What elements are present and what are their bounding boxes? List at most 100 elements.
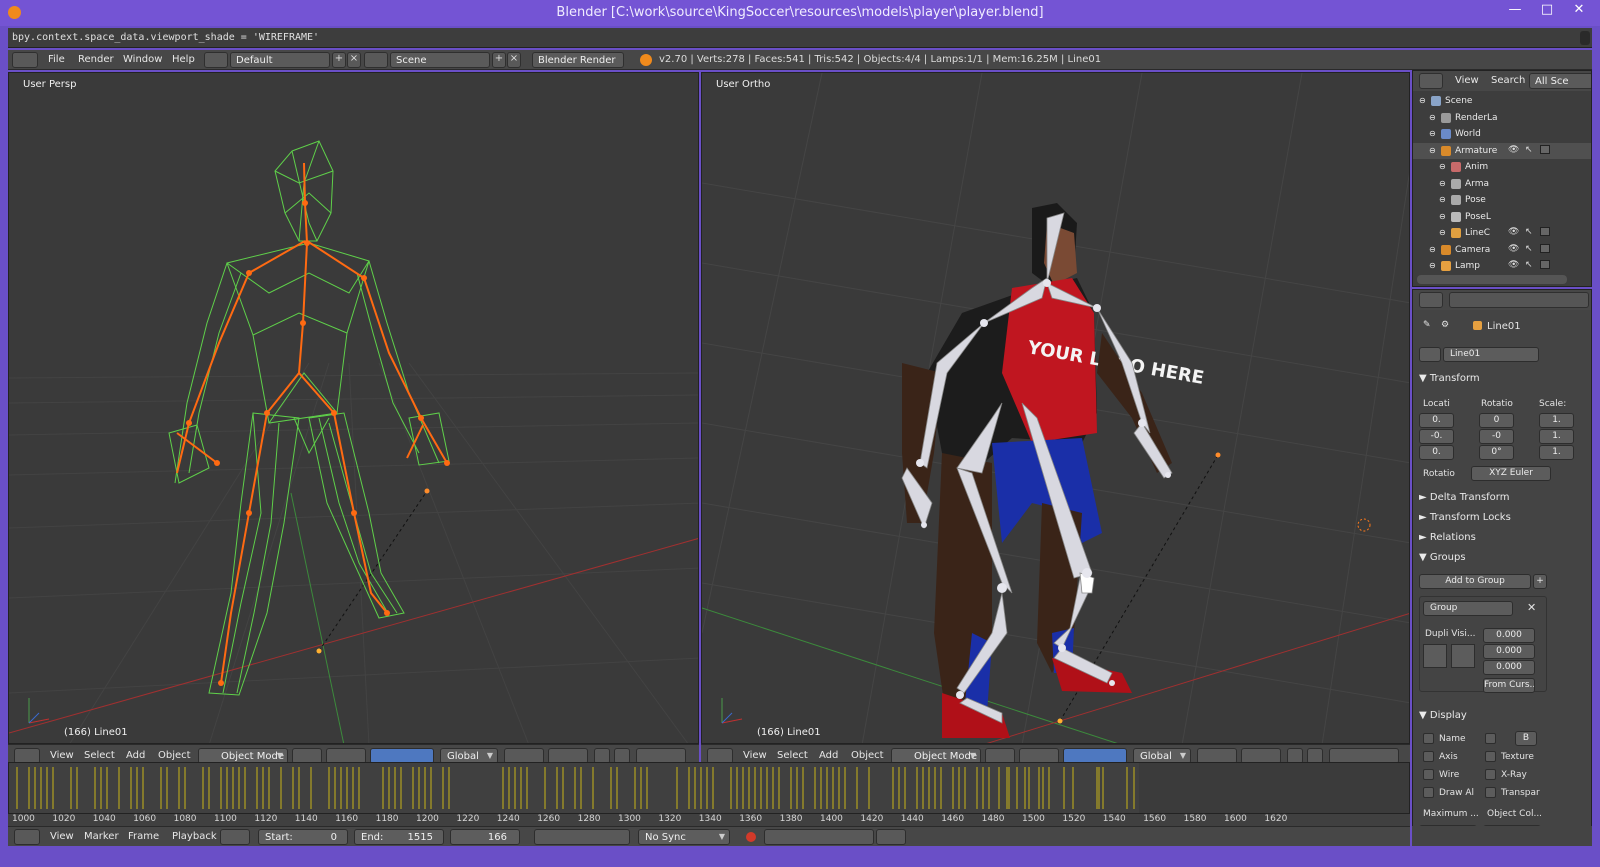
- left-menu-view[interactable]: View: [50, 750, 74, 761]
- outliner-tab-view[interactable]: View: [1455, 75, 1479, 86]
- left-menu-select[interactable]: Select: [84, 750, 115, 761]
- outliner-row[interactable]: ⊖ RenderLa: [1413, 110, 1591, 126]
- renderable-camera-icon[interactable]: [1540, 260, 1550, 269]
- display-name-checkbox[interactable]: [1423, 733, 1434, 744]
- object-datablock-icon[interactable]: [1419, 347, 1441, 362]
- menu-window[interactable]: Window: [123, 54, 162, 65]
- dupli-layers-1[interactable]: [1423, 644, 1447, 668]
- timeline-menu-marker[interactable]: Marker: [84, 831, 119, 842]
- keying-set-field[interactable]: [764, 829, 874, 845]
- expand-toggle-icon[interactable]: ⊖: [1419, 96, 1426, 105]
- transform-locks-panel[interactable]: ► Transform Locks: [1419, 512, 1511, 523]
- groups-panel-title[interactable]: ▼ Groups: [1419, 552, 1466, 563]
- right-menu-add[interactable]: Add: [819, 750, 838, 761]
- scene-icon[interactable]: [364, 52, 388, 68]
- selectable-arrow-icon[interactable]: ↖: [1525, 145, 1533, 155]
- timeline-menu-playback[interactable]: Playback: [172, 831, 217, 842]
- current-frame-field[interactable]: 166: [450, 829, 520, 845]
- object-name-field[interactable]: Line01: [1443, 347, 1539, 362]
- pin-icon[interactable]: ✎: [1423, 320, 1431, 330]
- dupli-offset-z[interactable]: 0.000: [1483, 660, 1535, 675]
- from-cursor-button[interactable]: From Curs...: [1483, 678, 1535, 693]
- renderable-camera-icon[interactable]: [1540, 144, 1550, 154]
- selectable-arrow-icon[interactable]: ↖: [1525, 227, 1533, 237]
- rotation-mode-dropdown[interactable]: XYZ Euler: [1471, 466, 1551, 481]
- insert-keyframe-icons[interactable]: [876, 829, 906, 845]
- playback-controls[interactable]: [534, 829, 630, 845]
- add-scene-icon[interactable]: +: [492, 52, 506, 68]
- menu-file[interactable]: File: [48, 54, 65, 65]
- visibility-eye-icon[interactable]: 👁: [1508, 244, 1519, 254]
- remove-layout-icon[interactable]: ×: [347, 52, 361, 68]
- remove-scene-icon[interactable]: ×: [507, 52, 521, 68]
- outliner-row[interactable]: ⊖ Scene: [1413, 93, 1591, 109]
- scene-field[interactable]: Scene: [390, 52, 490, 68]
- display-wire-checkbox[interactable]: [1423, 769, 1434, 780]
- menu-render[interactable]: Render: [78, 54, 114, 65]
- display-texture-checkbox[interactable]: [1485, 751, 1496, 762]
- relations-panel[interactable]: ► Relations: [1419, 532, 1476, 543]
- expand-toggle-icon[interactable]: ⊖: [1439, 212, 1446, 221]
- render-engine-dropdown[interactable]: Blender Render: [532, 52, 624, 68]
- expand-toggle-icon[interactable]: ⊖: [1439, 195, 1446, 204]
- timeline-editor-icon[interactable]: [14, 829, 40, 845]
- screen-layout-field[interactable]: Default: [230, 52, 330, 68]
- dupli-offset-y[interactable]: 0.000: [1483, 644, 1535, 659]
- screen-layout-icon[interactable]: [204, 52, 228, 68]
- left-menu-object[interactable]: Object: [158, 750, 191, 761]
- expand-toggle-icon[interactable]: ⊖: [1439, 162, 1446, 171]
- editor-type-icon[interactable]: [12, 52, 38, 68]
- outliner-editor-icon[interactable]: [1419, 73, 1443, 89]
- expand-toggle-icon[interactable]: ⊖: [1429, 129, 1436, 138]
- transform-panel-title[interactable]: ▼ Transform: [1419, 373, 1480, 384]
- menu-help[interactable]: Help: [172, 54, 195, 65]
- location-z-field[interactable]: 0.: [1419, 445, 1454, 460]
- right-menu-object[interactable]: Object: [851, 750, 884, 761]
- start-frame-field[interactable]: Start: 0: [258, 829, 348, 845]
- group-name-field[interactable]: Group: [1423, 601, 1513, 616]
- renderable-camera-icon[interactable]: [1540, 227, 1550, 236]
- outliner-row[interactable]: ⊖ World: [1413, 126, 1591, 142]
- outliner-row[interactable]: ⊖ Camera 👁 ↖: [1413, 242, 1591, 258]
- rotation-x-field[interactable]: 0: [1479, 413, 1514, 428]
- location-x-field[interactable]: 0.: [1419, 413, 1454, 428]
- end-frame-field[interactable]: End: 1515: [354, 829, 444, 845]
- expand-toggle-icon[interactable]: ⊖: [1429, 146, 1436, 155]
- info-scrollbar[interactable]: [1580, 31, 1590, 45]
- visibility-eye-icon[interactable]: 👁: [1508, 227, 1519, 237]
- outliner-row[interactable]: ⊖ Armature 👁 ↖: [1413, 142, 1591, 159]
- preview-range-icon[interactable]: [220, 829, 250, 845]
- scale-y-field[interactable]: 1.: [1539, 429, 1574, 444]
- outliner-row[interactable]: ⊖ Lamp 👁 ↖: [1413, 258, 1591, 274]
- outliner-row[interactable]: ⊖ LineC 👁 ↖: [1413, 225, 1591, 241]
- outliner-row[interactable]: ⊖ PoseL: [1413, 209, 1591, 225]
- dupli-layers-2[interactable]: [1451, 644, 1475, 668]
- display-bounds-type[interactable]: B: [1515, 731, 1537, 746]
- display-panel-title[interactable]: ▼ Display: [1419, 710, 1467, 721]
- remove-group-icon[interactable]: ✕: [1527, 601, 1536, 614]
- record-icon[interactable]: [746, 832, 756, 842]
- timeline-area[interactable]: [8, 762, 1410, 814]
- right-menu-select[interactable]: Select: [777, 750, 808, 761]
- right-menu-view[interactable]: View: [743, 750, 767, 761]
- expand-toggle-icon[interactable]: ⊖: [1429, 245, 1436, 254]
- outliner-row[interactable]: ⊖ Pose: [1413, 192, 1591, 208]
- close-button[interactable]: ✕: [1564, 2, 1594, 22]
- left-menu-add[interactable]: Add: [126, 750, 145, 761]
- dupli-offset-x[interactable]: 0.000: [1483, 628, 1535, 643]
- add-to-group-button[interactable]: Add to Group: [1419, 574, 1531, 589]
- viewport-left[interactable]: User Persp (166) Line01: [8, 72, 699, 744]
- visibility-eye-icon[interactable]: 👁: [1508, 260, 1519, 270]
- display-axis-checkbox[interactable]: [1423, 751, 1434, 762]
- location-y-field[interactable]: -0.: [1419, 429, 1454, 444]
- outliner-display-mode[interactable]: All Sce: [1529, 73, 1591, 89]
- timeline-menu-view[interactable]: View: [50, 831, 74, 842]
- rotation-y-field[interactable]: -0: [1479, 429, 1514, 444]
- expand-toggle-icon[interactable]: ⊖: [1439, 228, 1446, 237]
- outliner-row[interactable]: ⊖ Anim: [1413, 159, 1591, 175]
- renderable-camera-icon[interactable]: [1540, 243, 1550, 253]
- outliner-tab-search[interactable]: Search: [1491, 75, 1525, 86]
- display-bounds-checkbox[interactable]: [1485, 733, 1496, 744]
- expand-toggle-icon[interactable]: ⊖: [1429, 113, 1436, 122]
- add-layout-icon[interactable]: +: [332, 52, 346, 68]
